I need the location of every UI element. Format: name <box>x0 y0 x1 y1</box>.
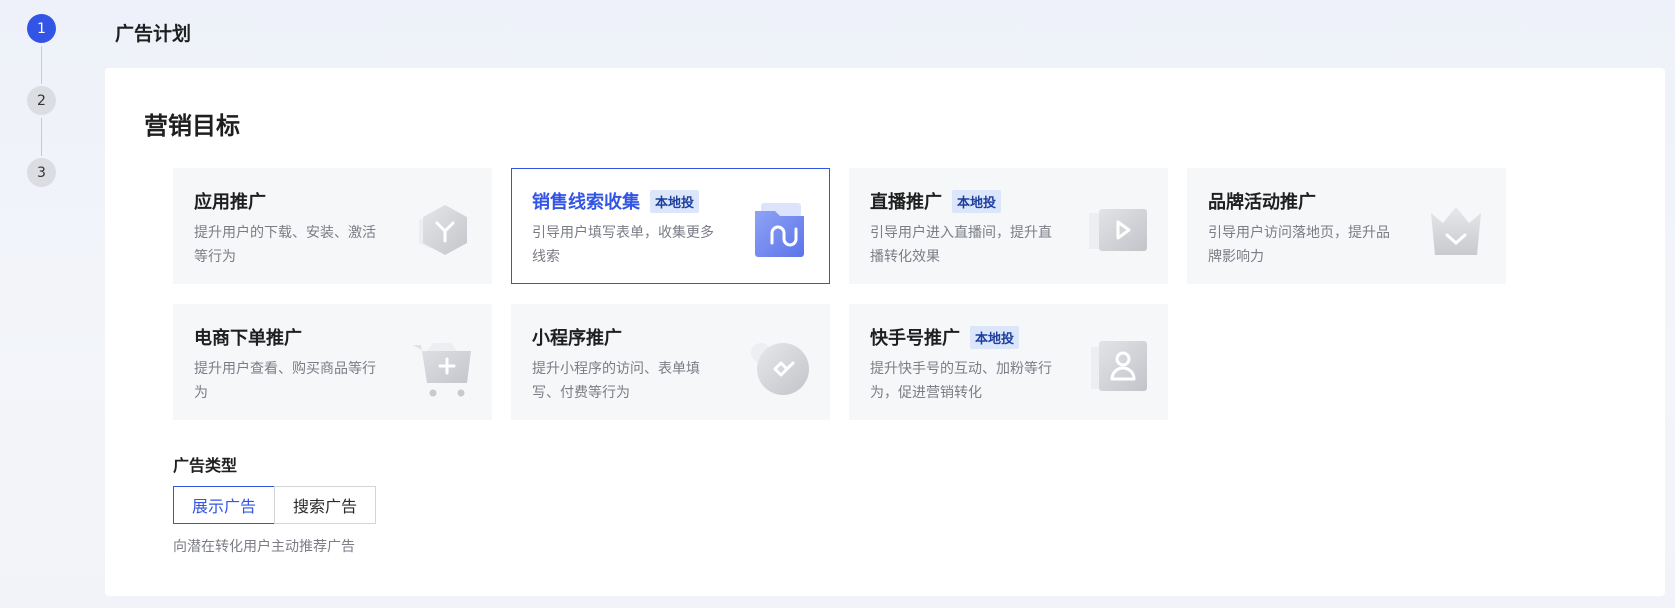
step-2[interactable]: 2 <box>27 86 56 115</box>
card-title: 直播推广 <box>870 192 942 213</box>
marketing-panel: 营销目标 应用推广 提升用户的下载、安装、激活等行为 销售线索收集 本地投 引导… <box>105 68 1665 596</box>
card-title: 应用推广 <box>194 192 266 213</box>
cart-icon <box>413 343 471 397</box>
step-1[interactable]: 1 <box>27 14 56 43</box>
card-kuaishou-account[interactable]: 快手号推广 本地投 提升快手号的互动、加粉等行为，促进营销转化 <box>849 304 1168 420</box>
card-desc: 提升用户的下载、安装、激活等行为 <box>194 225 376 265</box>
local-tag: 本地投 <box>970 325 1020 349</box>
card-desc: 引导用户填写表单，收集更多线索 <box>532 225 714 265</box>
page-title: 广告计划 <box>115 23 192 45</box>
crown-brand-icon <box>1431 207 1481 255</box>
card-desc: 引导用户进入直播间，提升直播转化效果 <box>870 225 1052 265</box>
local-tag: 本地投 <box>650 189 700 213</box>
mini-program-icon <box>751 343 809 395</box>
card-live-promotion[interactable]: 直播推广 本地投 引导用户进入直播间，提升直播转化效果 <box>849 168 1168 284</box>
profile-icon <box>1091 341 1147 391</box>
step-connector <box>41 118 42 156</box>
ad-plan-page: 1 2 3 广告计划 营销目标 应用推广 提升用户的下载、安装、激活等行为 销售… <box>0 0 1675 608</box>
search-ad-button[interactable]: 搜索广告 <box>274 486 377 524</box>
play-live-icon <box>1089 209 1147 251</box>
card-desc: 提升快手号的互动、加粉等行为，促进营销转化 <box>870 361 1052 401</box>
card-title: 电商下单推广 <box>194 328 302 349</box>
card-desc: 提升小程序的访问、表单填写、付费等行为 <box>532 361 700 401</box>
card-title: 快手号推广 <box>870 328 960 349</box>
step-3[interactable]: 3 <box>27 158 56 187</box>
hexagon-app-icon <box>419 205 467 255</box>
card-ecommerce-order[interactable]: 电商下单推广 提升用户查看、购买商品等行为 <box>173 304 492 420</box>
ad-type-description: 向潜在转化用户主动推荐广告 <box>173 539 355 555</box>
card-title: 品牌活动推广 <box>1208 192 1316 213</box>
card-desc: 引导用户访问落地页，提升品牌影响力 <box>1208 225 1390 265</box>
local-tag: 本地投 <box>952 189 1002 213</box>
card-title: 销售线索收集 <box>532 192 640 213</box>
card-mini-program[interactable]: 小程序推广 提升小程序的访问、表单填写、付费等行为 <box>511 304 830 420</box>
card-desc: 提升用户查看、购买商品等行为 <box>194 361 376 401</box>
section-title: 营销目标 <box>144 112 240 140</box>
step-connector <box>41 46 42 84</box>
ad-type-label: 广告类型 <box>173 456 238 475</box>
ad-type-segmented-control: 展示广告 搜索广告 <box>173 486 377 524</box>
card-sales-lead[interactable]: 销售线索收集 本地投 引导用户填写表单，收集更多线索 <box>511 168 830 284</box>
display-ad-button[interactable]: 展示广告 <box>173 486 276 524</box>
card-title: 小程序推广 <box>532 328 622 349</box>
folder-lead-icon <box>755 203 804 257</box>
card-app-promotion[interactable]: 应用推广 提升用户的下载、安装、激活等行为 <box>173 168 492 284</box>
card-brand-activity[interactable]: 品牌活动推广 引导用户访问落地页，提升品牌影响力 <box>1187 168 1506 284</box>
